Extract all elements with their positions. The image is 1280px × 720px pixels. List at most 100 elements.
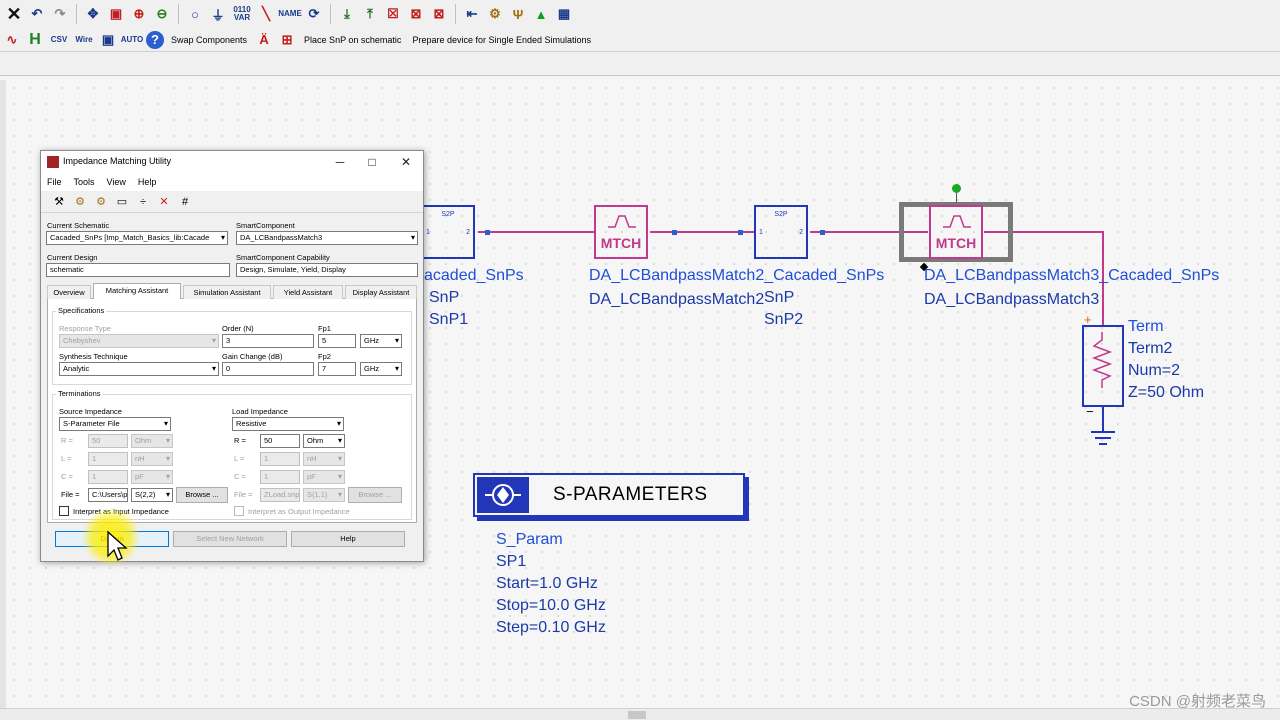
capability-field[interactable]: Design, Simulate, Yield, Display: [236, 263, 418, 277]
load-browse-button[interactable]: Browse ...: [348, 487, 402, 503]
match3-component[interactable]: MTCH: [929, 205, 983, 259]
csv-icon[interactable]: CSV: [48, 30, 70, 50]
simulate-icon[interactable]: ▲: [531, 4, 551, 24]
snp-place-icon[interactable]: ⊞: [277, 30, 297, 50]
zoom-out-icon[interactable]: ⊖: [152, 4, 172, 24]
h-icon[interactable]: H: [25, 30, 45, 50]
menu-file[interactable]: File: [47, 177, 62, 187]
gear-icon[interactable]: ⚙: [72, 194, 88, 210]
src-r-field[interactable]: 50: [88, 434, 128, 448]
compare-icon[interactable]: ÷: [135, 194, 151, 210]
src-l-unit[interactable]: nH: [131, 452, 173, 466]
order-field[interactable]: 3: [222, 334, 314, 348]
help-button[interactable]: Help: [291, 531, 405, 547]
snp2-component[interactable]: S2P 1 2: [754, 205, 808, 259]
select-new-network-button[interactable]: Select New Network: [173, 531, 287, 547]
tab-simulation-assistant[interactable]: Simulation Assistant: [183, 285, 271, 299]
delete-icon[interactable]: ✕: [156, 194, 172, 210]
fp1-field[interactable]: 5: [318, 334, 356, 348]
src-c-unit[interactable]: pF: [131, 470, 173, 484]
src-file-field[interactable]: C:\Users\p: [88, 488, 128, 502]
menu-view[interactable]: View: [107, 177, 126, 187]
align-icon[interactable]: ⇤: [462, 4, 482, 24]
name-icon[interactable]: NAME: [278, 4, 302, 24]
wire-draw-icon[interactable]: ╲: [256, 4, 276, 24]
menu-tools[interactable]: Tools: [74, 177, 95, 187]
var-icon[interactable]: 0110 VAR: [231, 4, 253, 24]
source-impedance-select[interactable]: S-Parameter File: [59, 417, 171, 431]
load-l-unit[interactable]: nH: [303, 452, 345, 466]
tab-yield-assistant[interactable]: Yield Assistant: [273, 285, 343, 299]
load-sparam-select[interactable]: S(1,1): [303, 488, 345, 502]
smartcomponent-select[interactable]: DA_LCBandpassMatch3: [236, 231, 418, 245]
close-x-icon[interactable]: ✕: [4, 4, 24, 24]
zoom-in-icon[interactable]: ⊕: [129, 4, 149, 24]
src-sparam-select[interactable]: S(2,2): [131, 488, 173, 502]
fp2-unit-select[interactable]: GHz: [360, 362, 402, 376]
src-l-field[interactable]: 1: [88, 452, 128, 466]
pop-out-icon[interactable]: ⤒: [360, 4, 380, 24]
wand-icon[interactable]: ⚒: [51, 194, 67, 210]
snp1-component[interactable]: S2P 1 2: [421, 205, 475, 259]
dialog-titlebar[interactable]: Impedance Matching Utility ─ □ ✕: [41, 151, 423, 173]
activate-icon[interactable]: ⊠: [429, 4, 449, 24]
load-r-unit[interactable]: Ohm: [303, 434, 345, 448]
anchor-dot[interactable]: [952, 184, 961, 193]
load-l-field[interactable]: 1: [260, 452, 300, 466]
undo-icon[interactable]: ↶: [27, 4, 47, 24]
fp2-field[interactable]: 7: [318, 362, 356, 376]
response-type-select[interactable]: Chebyshev: [59, 334, 219, 348]
src-c-field[interactable]: 1: [88, 470, 128, 484]
scrollbar-thumb[interactable]: [628, 711, 646, 719]
prepare-device-button[interactable]: Prepare device for Single Ended Simulati…: [408, 35, 595, 45]
horizontal-scrollbar[interactable]: [0, 708, 1280, 720]
interpret-output-checkbox[interactable]: [234, 506, 244, 516]
load-r-field[interactable]: 50: [260, 434, 300, 448]
wire-label-icon[interactable]: Wire: [73, 30, 95, 50]
close-icon[interactable]: ✕: [395, 154, 417, 170]
gear-icon[interactable]: ⚙: [485, 4, 505, 24]
port-icon[interactable]: ○: [185, 4, 205, 24]
redo-icon[interactable]: ↷: [50, 4, 70, 24]
src-browse-button[interactable]: Browse ...: [176, 487, 228, 503]
gears-icon[interactable]: ⚙: [93, 194, 109, 210]
ground-icon[interactable]: ⏚: [208, 4, 228, 24]
place-snp-button[interactable]: Place SnP on schematic: [300, 35, 405, 45]
current-design-field[interactable]: schematic: [46, 263, 230, 277]
src-r-unit[interactable]: Ohm: [131, 434, 173, 448]
deactivate-icon[interactable]: ☒: [383, 4, 403, 24]
load-impedance-select[interactable]: Resistive: [232, 417, 344, 431]
short-icon[interactable]: ⊠: [406, 4, 426, 24]
push-into-icon[interactable]: ⤓: [337, 4, 357, 24]
grid-icon[interactable]: #: [177, 194, 193, 210]
swap-components-button[interactable]: Swap Components: [167, 35, 251, 45]
tab-overview[interactable]: Overview: [47, 285, 91, 299]
load-c-unit[interactable]: pF: [303, 470, 345, 484]
refresh-icon[interactable]: ⟳: [304, 4, 324, 24]
fp1-unit-select[interactable]: GHz: [360, 334, 402, 348]
current-schematic-select[interactable]: Cacaded_SnPs [Imp_Match_Basics_lib:Cacad…: [46, 231, 228, 245]
snp-icon[interactable]: Ä: [254, 30, 274, 50]
maximize-icon[interactable]: □: [361, 154, 383, 170]
match2-component[interactable]: MTCH: [594, 205, 648, 259]
auto-icon[interactable]: AUTO: [121, 30, 144, 50]
load-file-field[interactable]: ZLoad.snp: [260, 488, 300, 502]
sparameters-controller[interactable]: S-PARAMETERS: [473, 473, 745, 517]
synthesis-select[interactable]: Analytic: [59, 362, 219, 376]
waveform-icon[interactable]: ∿: [2, 30, 22, 50]
zoom-area-icon[interactable]: ▣: [106, 4, 126, 24]
tab-display-assistant[interactable]: Display Assistant: [345, 285, 417, 299]
load-c-field[interactable]: 1: [260, 470, 300, 484]
move-icon[interactable]: ✥: [83, 4, 103, 24]
data-display-icon[interactable]: ▦: [554, 4, 574, 24]
order-label: Order (N): [222, 324, 254, 333]
interpret-input-checkbox[interactable]: [59, 506, 69, 516]
tuning-fork-icon[interactable]: Ψ: [508, 4, 528, 24]
minimize-icon[interactable]: ─: [329, 154, 351, 170]
component-icon[interactable]: ▣: [98, 30, 118, 50]
gain-field[interactable]: 0: [222, 362, 314, 376]
display-icon[interactable]: ▭: [114, 194, 130, 210]
help-circle-icon[interactable]: ?: [146, 30, 164, 49]
tab-matching-assistant[interactable]: Matching Assistant: [93, 283, 181, 300]
menu-help[interactable]: Help: [138, 177, 157, 187]
